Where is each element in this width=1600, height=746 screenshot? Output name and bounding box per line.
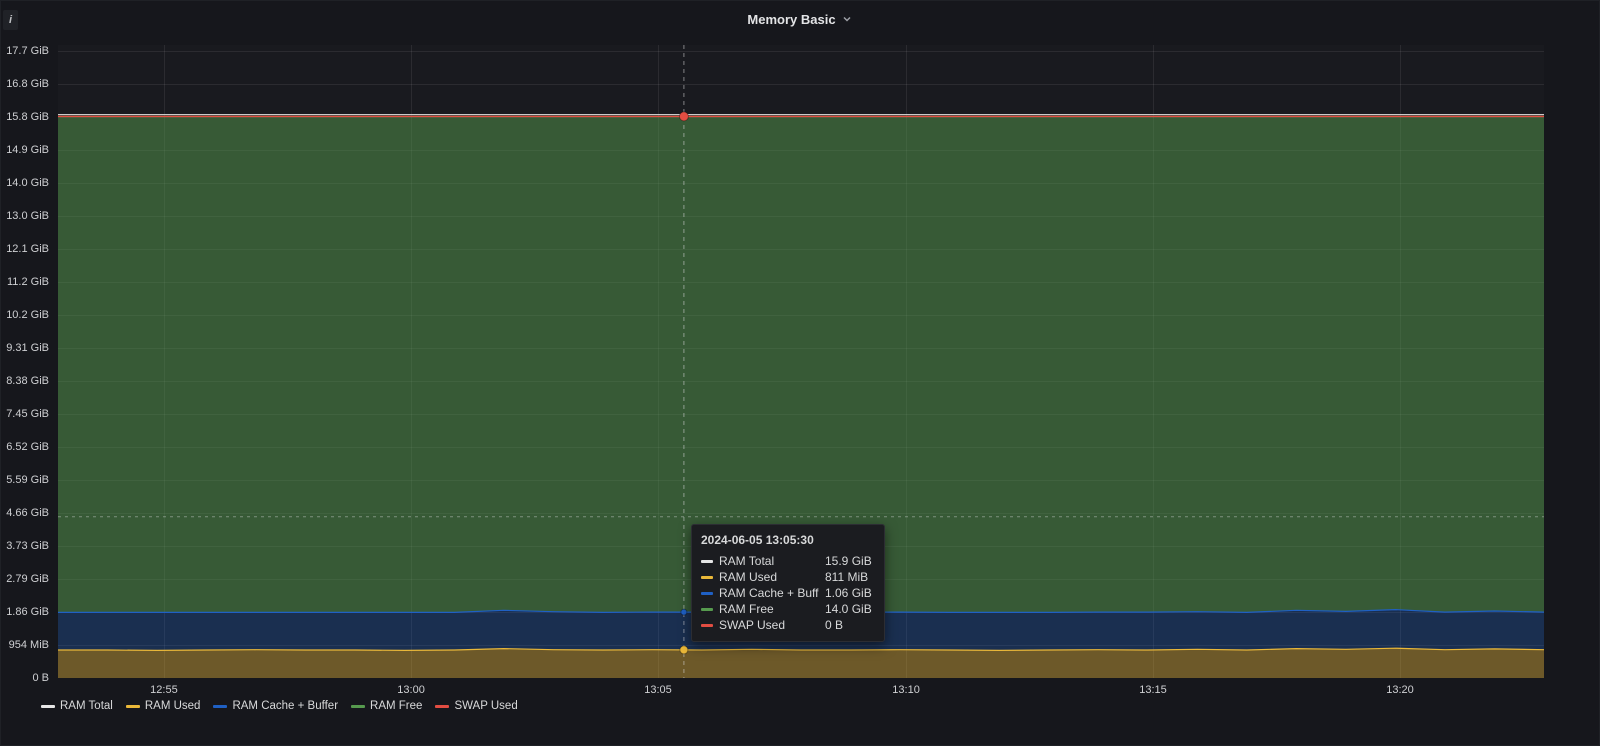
- y-axis-label: 11.2 GiB: [1, 275, 49, 289]
- x-axis-label: 13:15: [1139, 684, 1167, 696]
- legend-item[interactable]: RAM Total: [41, 700, 113, 712]
- y-axis-label: 16.8 GiB: [1, 77, 49, 91]
- series-color-dash: [701, 576, 713, 579]
- y-axis-label: 7.45 GiB: [1, 407, 49, 421]
- x-axis-label: 13:00: [397, 684, 425, 696]
- tooltip-series-label: RAM Total: [719, 553, 819, 569]
- y-axis-label: 0 B: [1, 671, 49, 685]
- x-axis-label: 13:20: [1386, 684, 1414, 696]
- y-axis-label: 12.1 GiB: [1, 242, 49, 256]
- info-icon-glyph: i: [9, 14, 12, 26]
- tooltip-series-value: 15.9 GiB: [825, 553, 875, 569]
- legend-color-dash: [351, 705, 365, 708]
- y-axis-label: 13.0 GiB: [1, 209, 49, 223]
- tooltip: 2024-06-05 13:05:30 RAM Total 15.9 GiB R…: [691, 524, 885, 642]
- tooltip-series-label: SWAP Used: [719, 617, 819, 633]
- swap-used-hover-dot: [679, 112, 688, 121]
- ram-used-hover-dot: [680, 646, 688, 654]
- y-axis-label: 4.66 GiB: [1, 506, 49, 520]
- y-axis-label: 8.38 GiB: [1, 374, 49, 388]
- legend-item[interactable]: RAM Cache + Buffer: [213, 700, 338, 712]
- y-axis-label: 2.79 GiB: [1, 572, 49, 586]
- y-axis-label: 9.31 GiB: [1, 341, 49, 355]
- series-color-dash: [701, 592, 713, 595]
- tooltip-series-label: RAM Free: [719, 601, 819, 617]
- series-color-dash: [701, 624, 713, 627]
- y-axis-label: 10.2 GiB: [1, 308, 49, 322]
- legend-item-label: SWAP Used: [454, 700, 517, 712]
- legend-item-label: RAM Cache + Buffer: [232, 700, 338, 712]
- y-axis-label: 954 MiB: [1, 638, 49, 652]
- tooltip-timestamp: 2024-06-05 13:05:30: [701, 532, 875, 548]
- legend-item[interactable]: RAM Free: [351, 700, 422, 712]
- tooltip-series-label: RAM Cache + Buffer: [719, 585, 819, 601]
- tooltip-series-value: 14.0 GiB: [825, 601, 875, 617]
- tooltip-series-value: 1.06 GiB: [825, 585, 875, 601]
- legend-item-label: RAM Free: [370, 700, 422, 712]
- tooltip-row: RAM Used 811 MiB: [701, 569, 875, 585]
- legend-color-dash: [41, 705, 55, 708]
- tooltip-rows: RAM Total 15.9 GiB RAM Used 811 MiB RAM …: [701, 553, 875, 633]
- panel-info-icon[interactable]: i: [3, 10, 18, 30]
- panel-title[interactable]: Memory Basic: [747, 12, 852, 27]
- legend-item-label: RAM Used: [145, 700, 201, 712]
- y-axis-label: 1.86 GiB: [1, 605, 49, 619]
- x-axis-label: 13:05: [644, 684, 672, 696]
- y-axis-label: 15.8 GiB: [1, 110, 49, 124]
- chevron-down-icon: [841, 13, 853, 25]
- tooltip-series-value: 0 B: [825, 617, 875, 633]
- ram-cache-buffer-hover-dot: [681, 609, 687, 615]
- legend-item[interactable]: SWAP Used: [435, 700, 517, 712]
- series-color-dash: [701, 560, 713, 563]
- ram-used-area: [58, 648, 1544, 678]
- grafana-panel-memory-basic: i Memory Basic 0 B 954 MiB 1.86 GiB 2.79 Gi…: [0, 0, 1600, 746]
- legend-item[interactable]: RAM Used: [126, 700, 201, 712]
- y-axis-label: 17.7 GiB: [1, 44, 49, 58]
- series-color-dash: [701, 608, 713, 611]
- tooltip-series-value: 811 MiB: [825, 569, 875, 585]
- tooltip-row: RAM Total 15.9 GiB: [701, 553, 875, 569]
- tooltip-row: RAM Free 14.0 GiB: [701, 601, 875, 617]
- legend-color-dash: [213, 705, 227, 708]
- y-axis-label: 6.52 GiB: [1, 440, 49, 454]
- chart-area: 0 B 954 MiB 1.86 GiB 2.79 GiB 3.73 GiB 4.66 G…: [1, 1, 1599, 745]
- y-axis-label: 14.9 GiB: [1, 143, 49, 157]
- legend-color-dash: [435, 705, 449, 708]
- y-axis-label: 3.73 GiB: [1, 539, 49, 553]
- legend-color-dash: [126, 705, 140, 708]
- x-axis-label: 13:10: [892, 684, 920, 696]
- legend: RAM Total RAM Used RAM Cache + Buffer RA…: [41, 700, 518, 712]
- x-axis-label: 12:55: [150, 684, 178, 696]
- panel-title-text: Memory Basic: [747, 12, 835, 27]
- y-axis-label: 5.59 GiB: [1, 473, 49, 487]
- panel-header: Memory Basic: [1, 1, 1599, 37]
- tooltip-series-label: RAM Used: [719, 569, 819, 585]
- legend-item-label: RAM Total: [60, 700, 113, 712]
- y-axis-label: 14.0 GiB: [1, 176, 49, 190]
- tooltip-row: RAM Cache + Buffer 1.06 GiB: [701, 585, 875, 601]
- tooltip-row: SWAP Used 0 B: [701, 617, 875, 633]
